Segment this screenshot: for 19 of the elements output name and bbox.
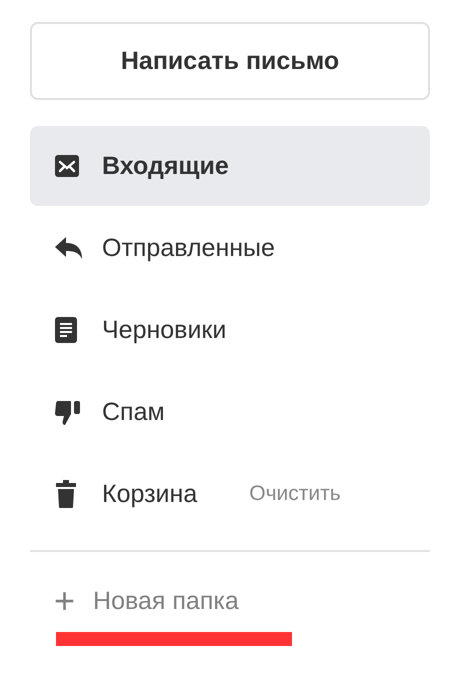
folder-item[interactable]: Корзина Очистить xyxy=(30,454,430,534)
new-folder-link[interactable]: + Новая папка xyxy=(30,586,430,616)
folder-item[interactable]: Отправленные xyxy=(30,208,430,288)
folder-item[interactable]: Черновики xyxy=(30,290,430,370)
clear-link[interactable]: Очистить xyxy=(249,482,341,506)
envelope-icon xyxy=(54,154,80,178)
trash-icon xyxy=(54,479,78,509)
compose-button[interactable]: Написать письмо xyxy=(30,22,430,100)
folder-label: Корзина xyxy=(102,480,198,508)
folder-item[interactable]: Спам xyxy=(30,372,430,452)
folder-label: Входящие xyxy=(102,152,229,180)
folder-item[interactable]: Входящие xyxy=(30,126,430,206)
reply-arrow-icon xyxy=(54,236,84,260)
folder-label: Спам xyxy=(102,398,165,426)
thumbs-down-icon xyxy=(54,398,82,426)
folder-label: Черновики xyxy=(102,316,226,344)
document-icon xyxy=(54,316,78,344)
folder-label: Отправленные xyxy=(102,234,275,262)
plus-icon: + xyxy=(54,586,76,616)
